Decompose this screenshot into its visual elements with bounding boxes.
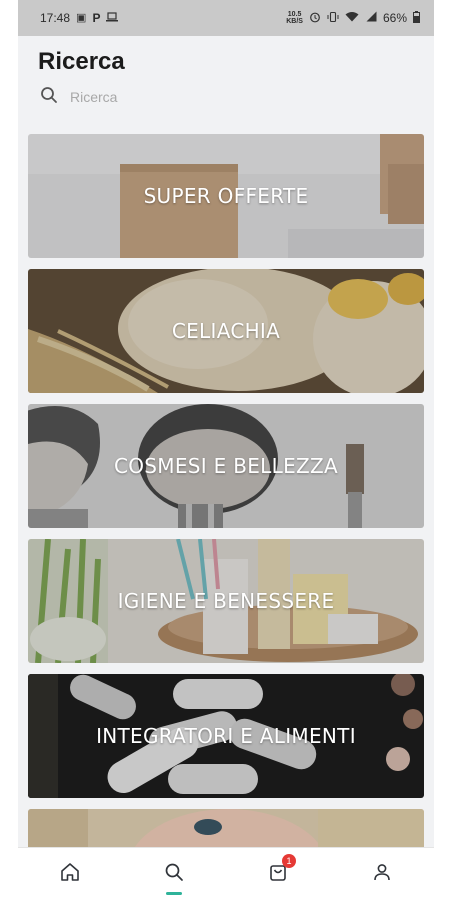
laptop-icon	[106, 11, 119, 25]
battery-percent: 66%	[382, 11, 407, 25]
category-card-celiachia[interactable]: CELIACHIA	[28, 269, 424, 393]
nav-cart[interactable]: 1	[248, 848, 308, 900]
header: Ricerca	[18, 36, 434, 116]
nav-home[interactable]	[40, 848, 100, 900]
category-card-igiene-e-benessere[interactable]: IGIENE E BENESSERE	[28, 539, 424, 663]
search-input[interactable]	[68, 88, 372, 106]
alarm-icon	[309, 11, 321, 26]
status-left: 17:48 ▣ P	[40, 11, 119, 25]
status-right: 10.5 KB/S 66%	[286, 10, 420, 26]
category-label: COSMESI E BELLEZZA	[113, 454, 338, 478]
page-title: Ricerca	[38, 48, 125, 75]
home-icon[interactable]	[59, 861, 81, 888]
category-card-cosmesi-e-bellezza[interactable]: COSMESI E BELLEZZA	[28, 404, 424, 528]
category-label: INTEGRATORI E ALIMENTI	[96, 724, 356, 748]
nav-search[interactable]	[144, 848, 204, 900]
category-label: SUPER OFFERTE	[143, 184, 309, 208]
cart-badge: 1	[282, 854, 296, 868]
category-label: IGIENE E BENESSERE	[117, 589, 335, 613]
status-time: 17:48	[40, 11, 71, 25]
search-icon[interactable]	[40, 86, 58, 109]
signal-icon	[365, 11, 377, 25]
image-icon: ▣	[76, 11, 87, 24]
bottom-navigation: 1	[18, 847, 434, 900]
wifi-icon	[345, 11, 359, 25]
category-card-integratori-e-alimenti[interactable]: INTEGRATORI E ALIMENTI	[28, 674, 424, 798]
status-bar: 17:48 ▣ P 10.5 KB/S 66%	[18, 0, 434, 36]
data-speed-unit: KB/S	[286, 18, 303, 25]
data-speed: 10.5 KB/S	[286, 11, 303, 25]
vibrate-icon	[327, 11, 339, 26]
category-card-super-offerte[interactable]: SUPER OFFERTE	[28, 134, 424, 258]
nav-profile[interactable]	[352, 848, 412, 900]
phone-screen: 17:48 ▣ P 10.5 KB/S 66% Ricerca Ricerca …	[18, 0, 434, 900]
category-label: CELIACHIA	[171, 319, 281, 343]
category-list: SUPER OFFERTE CELIACHIA COSMESI E BELLEZ…	[28, 134, 424, 900]
search-icon[interactable]	[163, 861, 185, 888]
search-bar[interactable]	[38, 78, 414, 116]
parking-icon: P	[92, 11, 101, 25]
battery-icon	[413, 10, 420, 26]
data-speed-value: 10.5	[287, 11, 302, 18]
user-icon[interactable]	[371, 861, 393, 888]
